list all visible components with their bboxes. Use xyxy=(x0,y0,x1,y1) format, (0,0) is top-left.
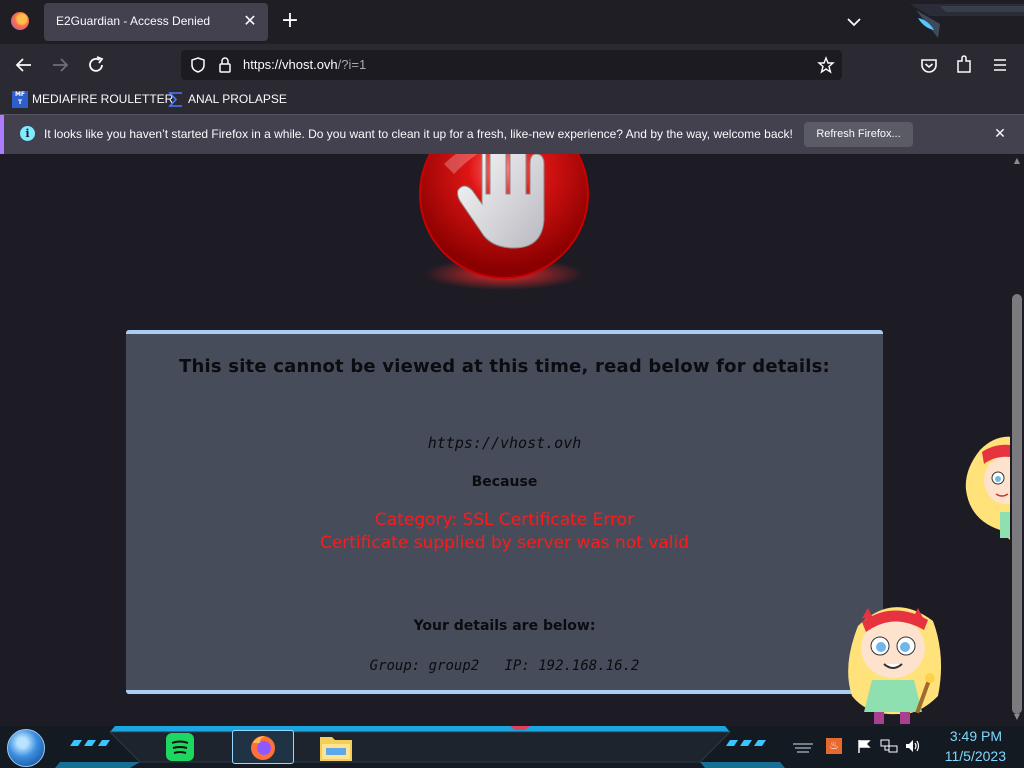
clock-date[interactable]: 11/5/2023 xyxy=(930,748,1006,764)
notification-text: It looks like you haven’t started Firefo… xyxy=(44,127,793,141)
details-heading: Your details are below: xyxy=(413,618,596,634)
bookmarks-toolbar: MF T MEDIAFIRE ROULETTER ANAL PROLAPSE xyxy=(0,86,1024,114)
network-icon[interactable] xyxy=(880,738,898,754)
info-icon: i xyxy=(20,126,35,141)
url-bar[interactable]: https://vhost.ovh/?i=1 xyxy=(181,50,842,80)
refresh-firefox-button[interactable]: Refresh Firefox... xyxy=(804,122,913,147)
notification-accent xyxy=(0,115,4,155)
url-path: /?i=1 xyxy=(337,57,367,72)
spotify-icon[interactable] xyxy=(158,729,202,765)
close-icon[interactable]: ✕ xyxy=(990,124,1010,144)
shield-icon[interactable] xyxy=(189,56,207,74)
cartoon-character-sticker xyxy=(848,607,942,724)
url-text[interactable]: https://vhost.ovh/?i=1 xyxy=(243,57,366,72)
taskbar: ♨ 3:49 PM 11/5/2023 xyxy=(0,726,1024,768)
tab-title: E2Guardian - Access Denied xyxy=(56,14,211,28)
chevron-down-icon[interactable] xyxy=(843,12,865,32)
tab-bar: E2Guardian - Access Denied ✕ + xyxy=(0,0,1024,44)
volume-icon[interactable] xyxy=(904,738,922,754)
extensions-icon[interactable] xyxy=(951,52,977,78)
page-title: This site cannot be viewed at this time,… xyxy=(179,356,830,377)
block-details-panel: This site cannot be viewed at this time,… xyxy=(126,330,883,694)
clock-time[interactable]: 3:49 PM xyxy=(930,728,1002,744)
tab-e2guardian[interactable]: E2Guardian - Access Denied ✕ xyxy=(44,3,268,41)
refresh-firefox-notification: i It looks like you haven’t started Fire… xyxy=(0,114,1024,155)
firefox-view-icon[interactable] xyxy=(11,12,29,30)
back-icon[interactable] xyxy=(11,52,37,78)
because-label: Because xyxy=(471,474,538,490)
sigma-icon xyxy=(168,92,182,107)
lock-icon[interactable] xyxy=(217,56,233,74)
user-details: Group: group2 IP: 192.168.16.2 xyxy=(369,658,640,674)
scrollbar-thumb[interactable] xyxy=(1012,294,1022,714)
reload-icon[interactable] xyxy=(83,52,109,78)
action-center-flag-icon[interactable] xyxy=(856,738,872,754)
mediafire-icon: MF T xyxy=(12,91,28,108)
new-tab-button[interactable]: + xyxy=(279,10,301,33)
scrollbar[interactable]: ▲ ▼ xyxy=(1010,154,1024,726)
forward-icon[interactable] xyxy=(47,52,73,78)
taskbar-firefox-active[interactable] xyxy=(232,730,294,764)
bookmark-second[interactable]: ANAL PROLAPSE xyxy=(168,90,288,110)
scroll-down-icon[interactable]: ▼ xyxy=(1012,712,1022,722)
firefox-icon xyxy=(251,736,275,760)
bookmark-label: ANAL PROLAPSE xyxy=(188,92,287,106)
theme-decoration xyxy=(910,4,1024,38)
cartoon-character-sticker xyxy=(965,436,1010,540)
block-reason: Certificate supplied by server was not v… xyxy=(319,533,690,553)
stop-hand-icon xyxy=(419,154,589,290)
pocket-icon[interactable] xyxy=(916,52,942,78)
show-hidden-icons[interactable] xyxy=(791,740,815,756)
tray-app-icon[interactable]: ♨ xyxy=(826,738,842,754)
bookmark-label: MEDIAFIRE ROULETTER xyxy=(32,92,174,106)
navigation-toolbar: https://vhost.ovh/?i=1 xyxy=(0,44,1024,86)
tab-close-icon[interactable]: ✕ xyxy=(240,11,260,31)
bookmark-mediafire[interactable]: MF T MEDIAFIRE ROULETTER xyxy=(12,90,173,110)
start-button[interactable] xyxy=(7,729,45,767)
menu-icon[interactable] xyxy=(987,52,1013,78)
block-category: Category: SSL Certificate Error xyxy=(374,510,635,530)
blocked-url: https://vhost.ovh xyxy=(427,434,582,452)
url-host: https://vhost.ovh xyxy=(243,57,338,72)
scroll-up-icon[interactable]: ▲ xyxy=(1012,156,1022,166)
file-explorer-icon[interactable] xyxy=(314,729,358,765)
bookmark-star-icon[interactable] xyxy=(817,56,835,74)
mediafire-icon-text: MF xyxy=(14,91,26,98)
